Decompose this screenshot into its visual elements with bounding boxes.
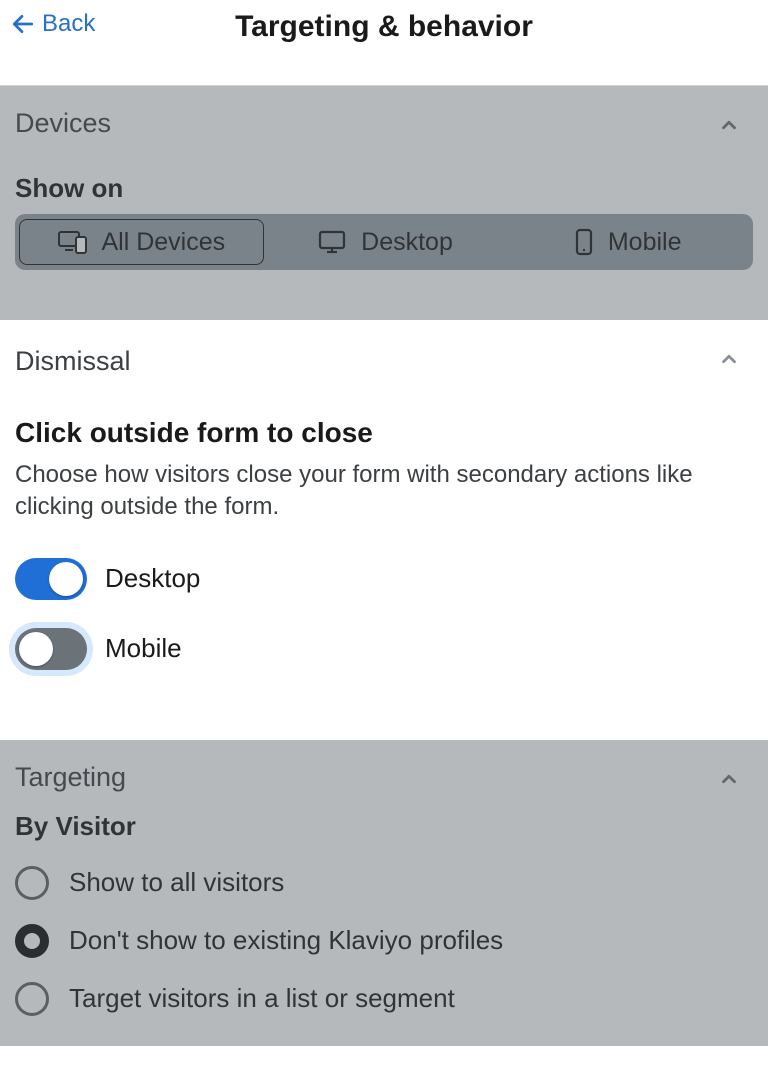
back-label: Back [42,10,95,38]
radio-option-list-segment[interactable]: Target visitors in a list or segment [15,970,753,1028]
show-on-label: Show on [15,173,753,204]
device-segmented-control: All Devices Desktop Mobile [15,214,753,270]
radio-indicator [15,982,49,1016]
chevron-up-icon[interactable] [718,348,740,370]
click-outside-description: Choose how visitors close your form with… [15,459,715,524]
toggle-row-desktop: Desktop [15,558,753,600]
radio-indicator [15,866,49,900]
seg-option-all-devices[interactable]: All Devices [19,219,264,265]
devices-icon [58,229,88,255]
seg-option-label: Desktop [361,228,453,257]
dismissal-section: Dismissal Click outside form to close Ch… [0,320,768,740]
seg-option-label: All Devices [102,228,226,257]
page-title: Targeting & behavior [12,8,756,44]
chevron-up-icon[interactable] [718,768,740,790]
seg-option-label: Mobile [608,228,682,257]
radio-label: Target visitors in a list or segment [69,983,455,1014]
targeting-title: Targeting [15,762,753,793]
toggle-row-mobile: Mobile [15,628,753,670]
radio-option-all-visitors[interactable]: Show to all visitors [15,854,753,912]
by-visitor-label: By Visitor [15,811,753,842]
mobile-toggle-label: Mobile [105,633,182,664]
desktop-toggle[interactable] [15,558,87,600]
header: Back Targeting & behavior [0,0,768,85]
monitor-icon [317,229,347,255]
back-button[interactable]: Back [10,10,95,38]
visitor-radio-group: Show to all visitors Don't show to exist… [15,854,753,1028]
arrow-left-icon [10,11,36,37]
dismissal-title: Dismissal [15,346,753,377]
toggle-knob [49,562,83,596]
seg-option-mobile[interactable]: Mobile [506,219,749,265]
targeting-section: Targeting By Visitor Show to all visitor… [0,740,768,1046]
seg-option-desktop[interactable]: Desktop [264,219,507,265]
mobile-toggle[interactable] [15,628,87,670]
devices-title: Devices [15,108,753,139]
devices-section: Devices Show on All Devices [0,86,768,320]
toggle-knob [19,632,53,666]
radio-label: Don't show to existing Klaviyo profiles [69,925,503,956]
click-outside-heading: Click outside form to close [15,417,753,449]
radio-option-hide-existing[interactable]: Don't show to existing Klaviyo profiles [15,912,753,970]
smartphone-icon [574,228,594,256]
desktop-toggle-label: Desktop [105,563,200,594]
chevron-up-icon[interactable] [718,114,740,136]
radio-indicator [15,924,49,958]
radio-label: Show to all visitors [69,867,284,898]
